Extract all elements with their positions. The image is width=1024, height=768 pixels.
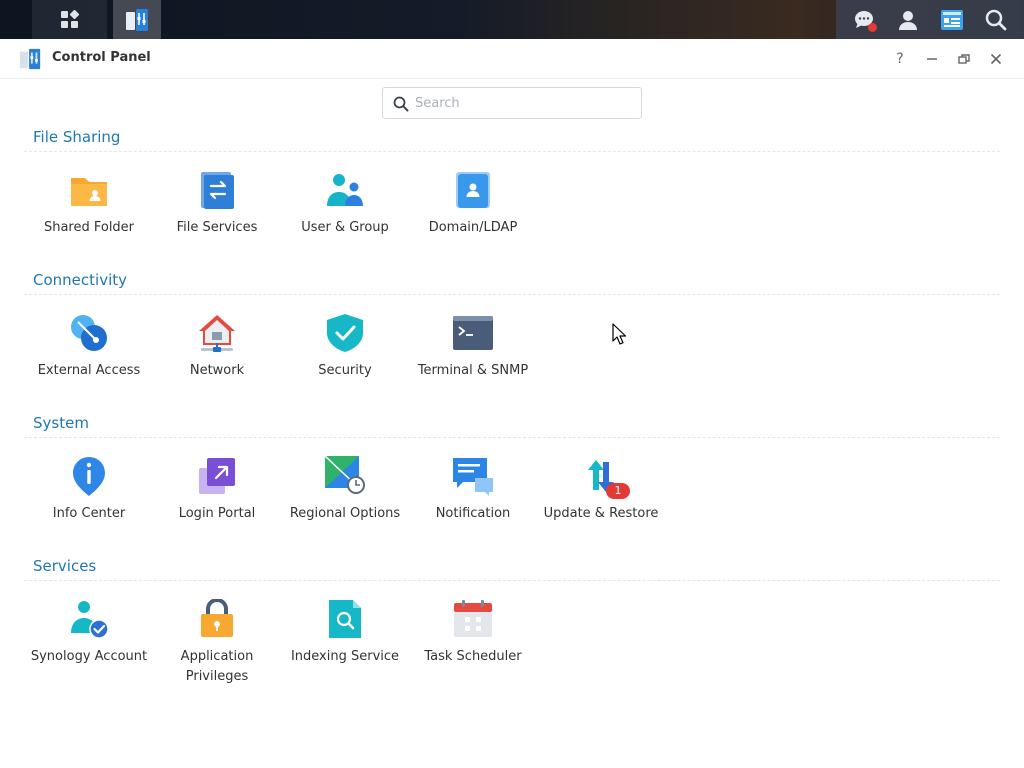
item-label: Security xyxy=(318,363,372,378)
application-privileges-item[interactable]: Application Privileges xyxy=(153,599,281,699)
section-divider xyxy=(24,437,1000,438)
regional-options-icon xyxy=(325,456,365,494)
item-label: File Services xyxy=(176,220,258,235)
synology-account-item[interactable]: Synology Account xyxy=(25,599,153,699)
item-label: Task Scheduler xyxy=(424,649,522,664)
taskbar-tray xyxy=(836,0,1024,39)
minimize-button[interactable] xyxy=(922,49,942,69)
login-portal-icon xyxy=(199,458,235,494)
close-icon xyxy=(990,53,1002,65)
shared-folder-icon xyxy=(71,178,107,206)
security-shield-icon xyxy=(327,314,363,352)
main-menu-button[interactable] xyxy=(32,0,107,39)
taskbar-control-panel-button[interactable] xyxy=(113,0,161,39)
window-titlebar[interactable]: Control Panel ? xyxy=(0,39,1024,79)
indexing-service-item[interactable]: Indexing Service xyxy=(281,599,409,699)
notification-icon xyxy=(453,458,493,496)
section-divider xyxy=(24,151,1000,152)
user-icon xyxy=(899,10,917,30)
file-services-item[interactable]: File Services xyxy=(153,170,281,270)
task-scheduler-item[interactable]: Task Scheduler xyxy=(409,599,537,699)
item-label: Network xyxy=(189,363,245,378)
terminal-snmp-item[interactable]: Terminal & SNMP xyxy=(409,313,537,413)
application-privileges-icon xyxy=(201,599,233,637)
task-scheduler-icon xyxy=(454,600,492,637)
domain-ldap-item[interactable]: Domain/LDAP xyxy=(409,170,537,270)
taskbar xyxy=(0,0,1024,39)
mouse-cursor-icon xyxy=(612,323,626,345)
restore-button[interactable] xyxy=(954,49,974,69)
user-group-icon xyxy=(327,174,363,206)
control-panel-icon xyxy=(19,48,41,70)
network-item[interactable]: Network xyxy=(153,313,281,413)
item-label: Login Portal xyxy=(178,506,256,521)
section-title-file-sharing: File Sharing xyxy=(33,128,121,146)
indexing-service-icon xyxy=(329,600,361,638)
network-icon xyxy=(199,315,235,352)
login-portal-item[interactable]: Login Portal xyxy=(153,456,281,556)
section-title-connectivity: Connectivity xyxy=(33,271,127,289)
regional-options-item[interactable]: Regional Options xyxy=(281,456,409,556)
item-label: Indexing Service xyxy=(290,649,400,664)
external-access-item[interactable]: External Access xyxy=(25,313,153,413)
info-center-item[interactable]: Info Center xyxy=(25,456,153,556)
help-button[interactable]: ? xyxy=(890,49,910,69)
window-title: Control Panel xyxy=(52,50,151,65)
synology-account-icon xyxy=(71,601,109,639)
section-title-services: Services xyxy=(33,557,97,575)
global-search-button[interactable] xyxy=(980,4,1012,36)
update-badge: 1 xyxy=(606,483,630,499)
section-divider xyxy=(24,294,1000,295)
search-box[interactable] xyxy=(382,87,642,119)
section-divider xyxy=(24,580,1000,581)
item-label: Synology Account xyxy=(30,649,148,664)
search-icon xyxy=(985,9,1007,30)
item-label: Info Center xyxy=(52,506,126,521)
chat-unread-dot xyxy=(868,22,877,32)
close-button[interactable] xyxy=(986,49,1006,69)
search-input[interactable] xyxy=(415,93,635,113)
notification-item[interactable]: Notification xyxy=(409,456,537,556)
widgets-icon xyxy=(941,9,963,30)
help-icon: ? xyxy=(896,51,904,67)
item-label: Notification xyxy=(435,506,511,521)
item-label: User & Group xyxy=(301,220,389,235)
item-label: Application Privileges xyxy=(180,649,254,684)
item-label: Terminal & SNMP xyxy=(417,363,529,378)
minimize-icon xyxy=(927,58,937,60)
item-label: Shared Folder xyxy=(43,220,135,235)
item-label: Regional Options xyxy=(289,506,401,521)
widgets-button[interactable] xyxy=(936,4,968,36)
shared-folder-item[interactable]: Shared Folder xyxy=(25,170,153,270)
restore-icon xyxy=(958,54,970,64)
update-restore-item[interactable]: 1 Update & Restore xyxy=(537,456,665,556)
domain-ldap-icon xyxy=(456,172,490,208)
section-title-system: System xyxy=(33,414,89,432)
user-group-item[interactable]: User & Group xyxy=(281,170,409,270)
user-button[interactable] xyxy=(892,4,924,36)
item-label: Update & Restore xyxy=(543,506,659,521)
file-services-icon xyxy=(201,172,234,209)
security-item[interactable]: Security xyxy=(281,313,409,413)
info-center-icon xyxy=(73,457,105,496)
control-panel-icon xyxy=(126,8,148,31)
external-access-icon xyxy=(71,315,107,351)
search-icon xyxy=(393,96,409,112)
chat-button[interactable] xyxy=(848,4,880,36)
control-panel-window: Control Panel ? File Sharing xyxy=(0,39,1024,768)
apps-grid-icon xyxy=(60,9,79,28)
item-label: External Access xyxy=(37,363,141,378)
item-label: Domain/LDAP xyxy=(428,220,518,235)
terminal-icon xyxy=(453,316,493,350)
